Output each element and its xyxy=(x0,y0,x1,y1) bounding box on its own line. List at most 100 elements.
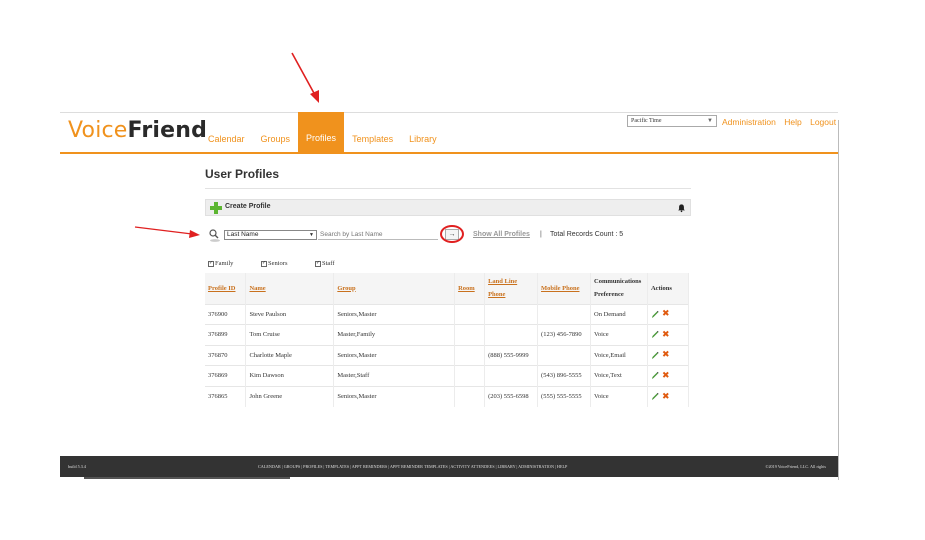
total-records-value: 5 xyxy=(619,231,624,238)
filter-label: Family xyxy=(215,260,234,267)
column-header-name[interactable]: Name xyxy=(245,273,335,304)
column-header-mobile-phone[interactable]: Mobile Phone xyxy=(537,273,591,304)
nav-tab-templates[interactable]: Templates xyxy=(344,113,401,153)
column-header-group[interactable]: Group xyxy=(333,273,456,304)
nav-tab-groups[interactable]: Groups xyxy=(253,113,299,153)
cell-profile-id: 376865 xyxy=(205,385,247,407)
page-title: User Profiles xyxy=(205,167,280,181)
logo-voice-text: Voice xyxy=(68,118,128,143)
timezone-select[interactable]: Pacific Time ▼ xyxy=(627,115,717,127)
cell-mobile xyxy=(537,303,591,325)
cell-mobile: (543) 896-5555 xyxy=(537,365,591,386)
filter-seniors[interactable]: ✓ Seniors xyxy=(261,260,288,267)
profiles-table: Profile ID Name Group Room Land Line Phon… xyxy=(205,273,690,407)
checkbox-icon[interactable]: ✓ xyxy=(261,260,267,267)
separator: | xyxy=(540,231,542,238)
cell-name: John Greene xyxy=(245,385,335,407)
footer-links[interactable]: CALENDAR | GROUPS | PROFILES | TEMPLATES… xyxy=(258,464,567,469)
cell-group: Seniors,Master xyxy=(333,344,456,366)
search-input[interactable] xyxy=(318,230,438,240)
bell-icon[interactable] xyxy=(677,203,686,213)
cell-preference: Voice xyxy=(590,324,648,345)
checkbox-icon[interactable]: ✓ xyxy=(315,260,321,267)
nav-tab-profiles[interactable]: Profiles xyxy=(298,112,345,153)
search-row: Last Name ▼ → Show All Profiles | Total … xyxy=(208,225,688,243)
copyright: ©2019 VoiceFriend, LLC. All rights xyxy=(765,464,826,469)
page: VoiceFriend Calendar Groups Profiles Tem… xyxy=(0,0,925,540)
divider xyxy=(205,188,691,189)
filter-family[interactable]: ✓ Family xyxy=(208,260,233,267)
annotation-arrow-search xyxy=(134,226,200,238)
cell-name: Charlotte Maple xyxy=(245,344,335,366)
search-field-select[interactable]: Last Name ▼ xyxy=(224,230,317,240)
edit-pencil-icon[interactable] xyxy=(651,371,659,380)
cell-actions: ✖ xyxy=(647,324,690,345)
build-version: build 5.3.4 xyxy=(68,464,87,469)
search-icon xyxy=(209,229,220,242)
cell-preference: On Demand xyxy=(590,303,648,325)
cell-preference: Voice,Text xyxy=(590,365,648,386)
delete-x-icon[interactable]: ✖ xyxy=(662,330,670,340)
cell-name: Tom Cruise xyxy=(245,324,335,345)
edit-pencil-icon[interactable] xyxy=(651,330,659,339)
cell-group: Master,Staff xyxy=(333,365,456,386)
cell-profile-id: 376899 xyxy=(205,324,247,345)
column-header-profile-id[interactable]: Profile ID xyxy=(205,273,247,304)
cell-land-line xyxy=(484,324,539,345)
cell-actions: ✖ xyxy=(647,303,690,325)
nav-tab-library[interactable]: Library xyxy=(401,113,445,153)
scrollbar[interactable] xyxy=(84,477,290,479)
cell-name: Steve Paulson xyxy=(245,303,335,325)
cell-name: Kim Dawson xyxy=(245,365,335,386)
cell-room xyxy=(454,365,486,386)
logout-link[interactable]: Logout xyxy=(810,117,836,127)
filter-label: Seniors xyxy=(268,260,288,267)
table-row: 376869 Kim Dawson Master,Staff (543) 896-55… xyxy=(205,365,690,386)
logo-friend-text: Friend xyxy=(127,118,208,143)
delete-x-icon[interactable]: ✖ xyxy=(662,350,670,360)
filter-label: Staff xyxy=(322,260,335,267)
cell-land-line xyxy=(484,303,539,325)
cell-land-line: (203) 555-6598 xyxy=(484,385,539,407)
filter-staff[interactable]: ✓ Staff xyxy=(315,260,335,267)
table-row: 376899 Tom Cruise Master,Family (123) 456-7… xyxy=(205,324,690,345)
edit-pencil-icon[interactable] xyxy=(651,351,659,360)
column-header-room[interactable]: Room xyxy=(454,273,486,304)
cell-mobile xyxy=(537,344,591,366)
help-link[interactable]: Help xyxy=(784,117,801,127)
show-all-profiles-link[interactable]: Show All Profiles xyxy=(473,231,530,238)
cell-land-line: (888) 555-9999 xyxy=(484,344,539,366)
total-records: Total Records Count : 5 xyxy=(550,231,623,238)
cell-room xyxy=(454,324,486,345)
total-records-label: Total Records Count : xyxy=(550,231,618,238)
delete-x-icon[interactable]: ✖ xyxy=(662,371,670,381)
delete-x-icon[interactable]: ✖ xyxy=(662,309,670,319)
voicefriend-logo[interactable]: VoiceFriend xyxy=(68,117,207,143)
cell-actions: ✖ xyxy=(647,365,690,386)
cell-profile-id: 376869 xyxy=(205,365,247,386)
administration-link[interactable]: Administration xyxy=(722,117,776,127)
column-header-actions: Actions xyxy=(647,273,690,304)
cell-group: Seniors,Master xyxy=(333,385,456,407)
cell-profile-id: 376900 xyxy=(205,303,247,325)
column-header-land-line-phone[interactable]: Land Line Phone xyxy=(484,273,539,304)
table-row: 376900 Steve Paulson Seniors,Master On Dema… xyxy=(205,303,690,325)
main-nav: Calendar Groups Profiles Templates Libra… xyxy=(200,112,445,153)
nav-tab-calendar[interactable]: Calendar xyxy=(200,113,253,153)
checkbox-icon[interactable]: ✓ xyxy=(208,260,214,267)
cell-land-line xyxy=(484,365,539,386)
delete-x-icon[interactable]: ✖ xyxy=(662,392,670,402)
content-border xyxy=(838,120,839,480)
create-profile-button[interactable]: Create Profile xyxy=(225,203,271,210)
plus-icon xyxy=(210,202,222,214)
cell-room xyxy=(454,344,486,366)
edit-pencil-icon[interactable] xyxy=(651,392,659,401)
table-row: 376865 John Greene Seniors,Master (203) 555… xyxy=(205,385,690,407)
cell-mobile: (123) 456-7890 xyxy=(537,324,591,345)
cell-mobile: (555) 555-5555 xyxy=(537,385,591,407)
edit-pencil-icon[interactable] xyxy=(651,310,659,319)
cell-preference: Voice,Email xyxy=(590,344,648,366)
table-row: 376870 Charlotte Maple Seniors,Master (888)… xyxy=(205,344,690,366)
create-profile-bar[interactable]: Create Profile xyxy=(205,199,691,216)
annotation-circle xyxy=(440,225,464,243)
